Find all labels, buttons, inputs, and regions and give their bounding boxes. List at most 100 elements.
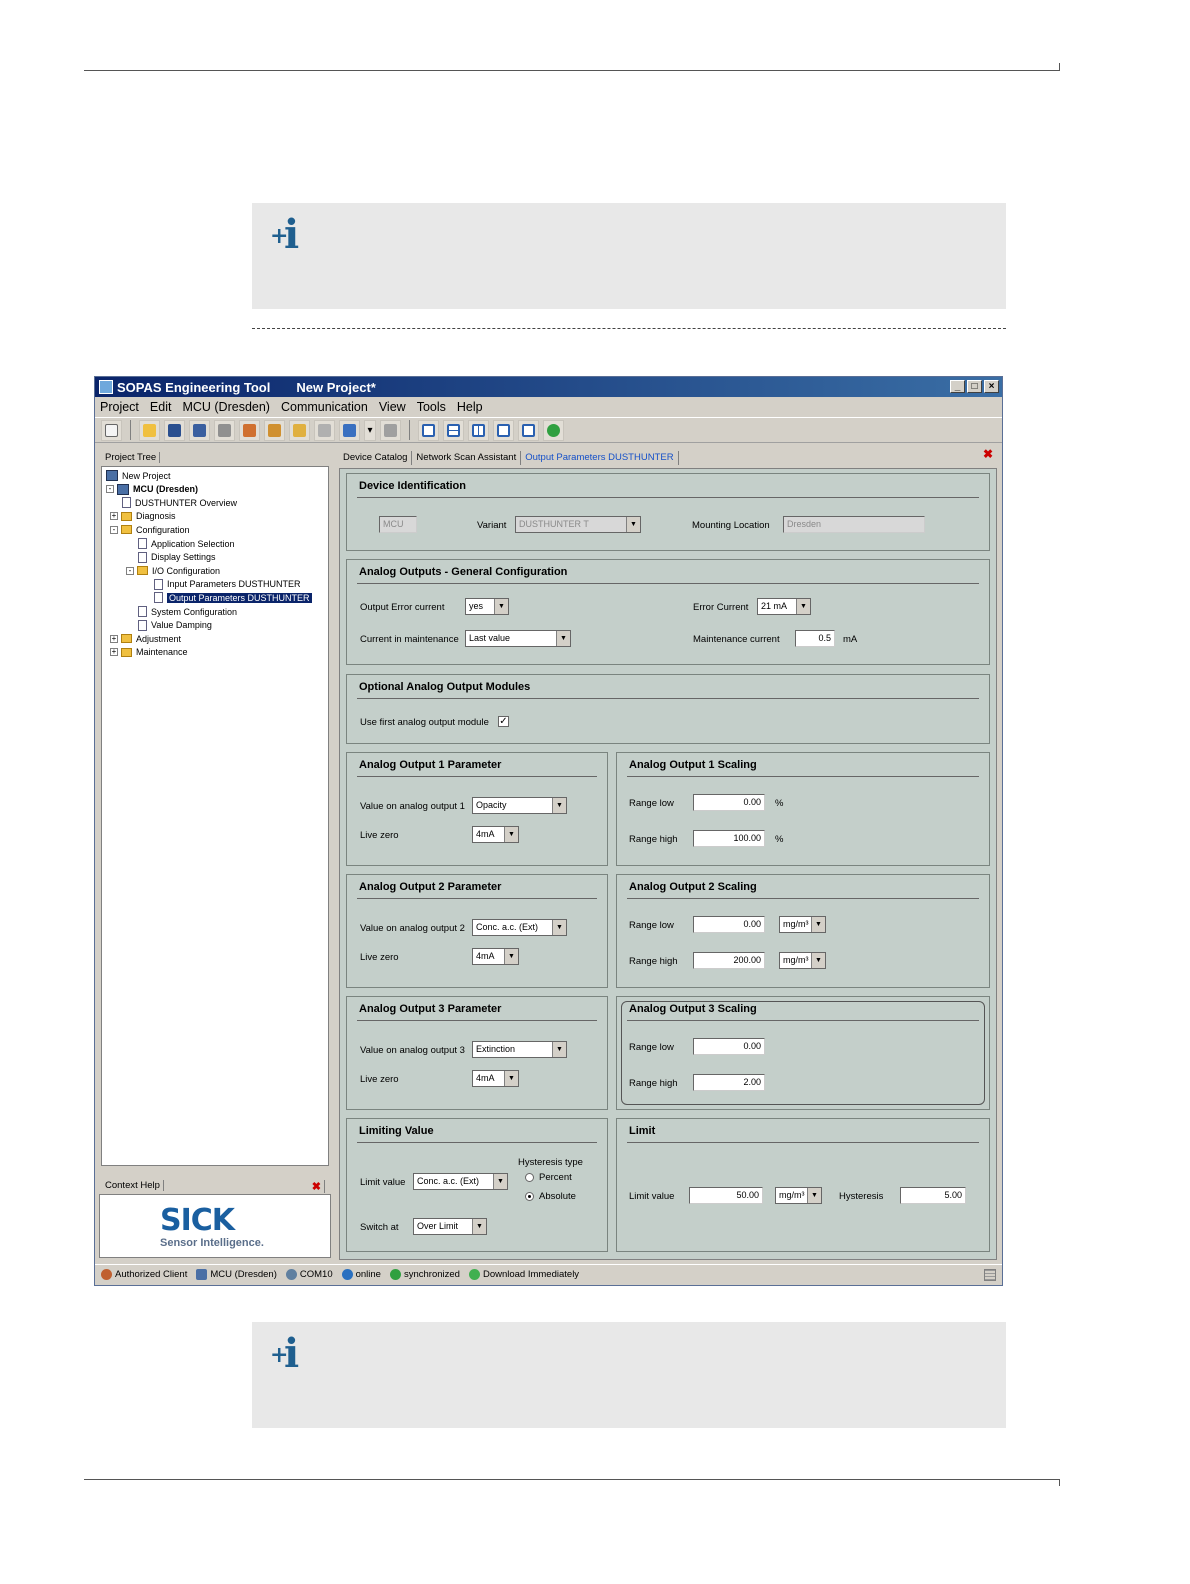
- document-icon: [154, 592, 163, 604]
- ao3-live-zero-select[interactable]: 4mA ▼: [472, 1070, 519, 1087]
- limit-unit-select[interactable]: mg/m³ ▼: [775, 1187, 822, 1204]
- maximize-button[interactable]: □: [967, 380, 982, 393]
- upload-button[interactable]: [239, 419, 260, 441]
- ao1-range-high-field[interactable]: 100.00: [693, 830, 765, 847]
- expand-icon[interactable]: +: [110, 512, 118, 521]
- hysteresis-field[interactable]: 5.00: [900, 1187, 966, 1204]
- tree-item[interactable]: New Project: [106, 469, 171, 482]
- dropdown-button[interactable]: ▾: [364, 419, 376, 441]
- error-current-select[interactable]: 21 mA ▼: [757, 598, 811, 615]
- group-title: Analog Output 3 Parameter: [359, 1003, 502, 1015]
- ao3-range-high-field[interactable]: 2.00: [693, 1074, 765, 1091]
- menu-communication[interactable]: Communication: [281, 400, 368, 414]
- tree-item[interactable]: - I/O Configuration: [126, 564, 220, 577]
- download-button[interactable]: [264, 419, 285, 441]
- globe-icon: [341, 1269, 353, 1280]
- ao1-range-low-field[interactable]: 0.00: [693, 794, 765, 811]
- offline-button[interactable]: [380, 419, 401, 441]
- tab-network-scan[interactable]: Network Scan Assistant: [412, 451, 522, 465]
- minimize-button[interactable]: _: [950, 380, 965, 393]
- tree-item[interactable]: - Configuration: [110, 523, 190, 536]
- ao2-value-select[interactable]: Conc. a.c. (Ext) ▼: [472, 919, 567, 936]
- document-icon: [138, 606, 147, 617]
- layout-side-button[interactable]: [518, 419, 539, 441]
- connect-icon: [343, 423, 356, 437]
- expand-icon[interactable]: +: [110, 634, 118, 643]
- resize-grip-icon[interactable]: [984, 1269, 996, 1281]
- ao2-range-high-field[interactable]: 200.00: [693, 952, 765, 969]
- ao3-range-low-field[interactable]: 0.00: [693, 1038, 765, 1055]
- close-icon[interactable]: ✖: [983, 447, 993, 461]
- ao3-value-select[interactable]: Extinction ▼: [472, 1041, 567, 1058]
- group-title: Optional Analog Output Modules: [359, 681, 531, 693]
- limit-group: Limit Limit value 50.00 mg/m³ ▼ Hysteresi…: [616, 1118, 990, 1252]
- context-help-panel: SICK Sensor Intelligence.: [99, 1194, 331, 1258]
- tree-item[interactable]: Application Selection: [138, 537, 235, 550]
- percent-radio[interactable]: [525, 1173, 534, 1182]
- use-first-module-checkbox[interactable]: ✓: [498, 716, 509, 727]
- folder-icon: [137, 566, 148, 576]
- new-project-button[interactable]: [101, 419, 122, 441]
- menu-tools[interactable]: Tools: [417, 400, 446, 414]
- tree-item[interactable]: Display Settings: [138, 551, 216, 564]
- layout-single-button[interactable]: [418, 419, 439, 441]
- info-icon: + i: [270, 211, 300, 258]
- ao1-value-select[interactable]: Opacity ▼: [472, 797, 567, 814]
- tree-item[interactable]: + Diagnosis: [110, 510, 176, 523]
- menu-edit[interactable]: Edit: [150, 400, 172, 414]
- save-button[interactable]: [164, 419, 185, 441]
- tree-item[interactable]: + Adjustment: [110, 632, 181, 645]
- disconnect-button[interactable]: [314, 419, 335, 441]
- maintenance-current-field[interactable]: 0.5: [795, 630, 835, 647]
- tree-item[interactable]: - MCU (Dresden): [106, 483, 198, 496]
- limit-value-select[interactable]: Conc. a.c. (Ext) ▼: [413, 1173, 508, 1190]
- header-rule-tick: [1059, 63, 1060, 70]
- tab-device-catalog[interactable]: Device Catalog: [339, 451, 413, 465]
- layout-horizontal-button[interactable]: [443, 419, 464, 441]
- expand-icon[interactable]: +: [110, 648, 118, 657]
- analog-output-3-scaling-group: Analog Output 3 Scaling Range low 0.00 R…: [616, 996, 990, 1110]
- limiting-value-group: Limiting Value Hysteresis type Percent L…: [346, 1118, 608, 1252]
- open-button[interactable]: [139, 419, 160, 441]
- close-icon[interactable]: ✖: [312, 1180, 325, 1193]
- error-current-label: Error Current: [693, 602, 749, 613]
- absolute-radio[interactable]: [525, 1192, 534, 1201]
- print-button[interactable]: [214, 419, 235, 441]
- ao2-range-high-unit-select[interactable]: mg/m³ ▼: [779, 952, 826, 969]
- layout-quad-button[interactable]: [493, 419, 514, 441]
- switch-at-select[interactable]: Over Limit ▼: [413, 1218, 487, 1235]
- compare-button[interactable]: [289, 419, 310, 441]
- menu-device[interactable]: MCU (Dresden): [182, 400, 270, 414]
- tab-output-parameters[interactable]: Output Parameters DUSTHUNTER: [521, 451, 679, 465]
- tree-item[interactable]: Value Damping: [138, 619, 212, 632]
- tree-item-label: System Configuration: [151, 606, 238, 617]
- close-button[interactable]: ×: [984, 380, 999, 393]
- collapse-icon[interactable]: -: [110, 525, 118, 534]
- menu-view[interactable]: View: [379, 400, 406, 414]
- ao1-value-label: Value on analog output 1: [360, 801, 465, 812]
- ao2-range-low-unit-select[interactable]: mg/m³ ▼: [779, 916, 826, 933]
- layout-vertical-button[interactable]: [468, 419, 489, 441]
- tree-item[interactable]: Output Parameters DUSTHUNTER: [154, 591, 312, 604]
- ao2-live-zero-select[interactable]: 4mA ▼: [472, 948, 519, 965]
- ao1-live-zero-select[interactable]: 4mA ▼: [472, 826, 519, 843]
- tree-item[interactable]: DUSTHUNTER Overview: [122, 496, 237, 509]
- output-error-current-select[interactable]: yes ▼: [465, 598, 509, 615]
- connect-button[interactable]: [339, 419, 360, 441]
- tree-item[interactable]: System Configuration: [138, 605, 237, 618]
- current-in-maintenance-select[interactable]: Last value ▼: [465, 630, 571, 647]
- menu-project[interactable]: Project: [100, 400, 139, 414]
- ao2-range-low-field[interactable]: 0.00: [693, 916, 765, 933]
- footer-rule: [84, 1479, 1060, 1480]
- collapse-icon[interactable]: -: [106, 485, 114, 494]
- tree-item[interactable]: Input Parameters DUSTHUNTER: [154, 578, 301, 591]
- collapse-icon[interactable]: -: [126, 566, 134, 575]
- tree-item[interactable]: + Maintenance: [110, 646, 188, 659]
- menu-help[interactable]: Help: [457, 400, 483, 414]
- maintenance-current-label: Maintenance current: [693, 634, 780, 645]
- limit-value-field[interactable]: 50.00: [689, 1187, 763, 1204]
- save-as-button[interactable]: [189, 419, 210, 441]
- help-button[interactable]: [543, 419, 564, 441]
- context-help-tab[interactable]: Context Help ✖: [99, 1177, 331, 1195]
- project-tree-tab[interactable]: Project Tree: [99, 449, 331, 467]
